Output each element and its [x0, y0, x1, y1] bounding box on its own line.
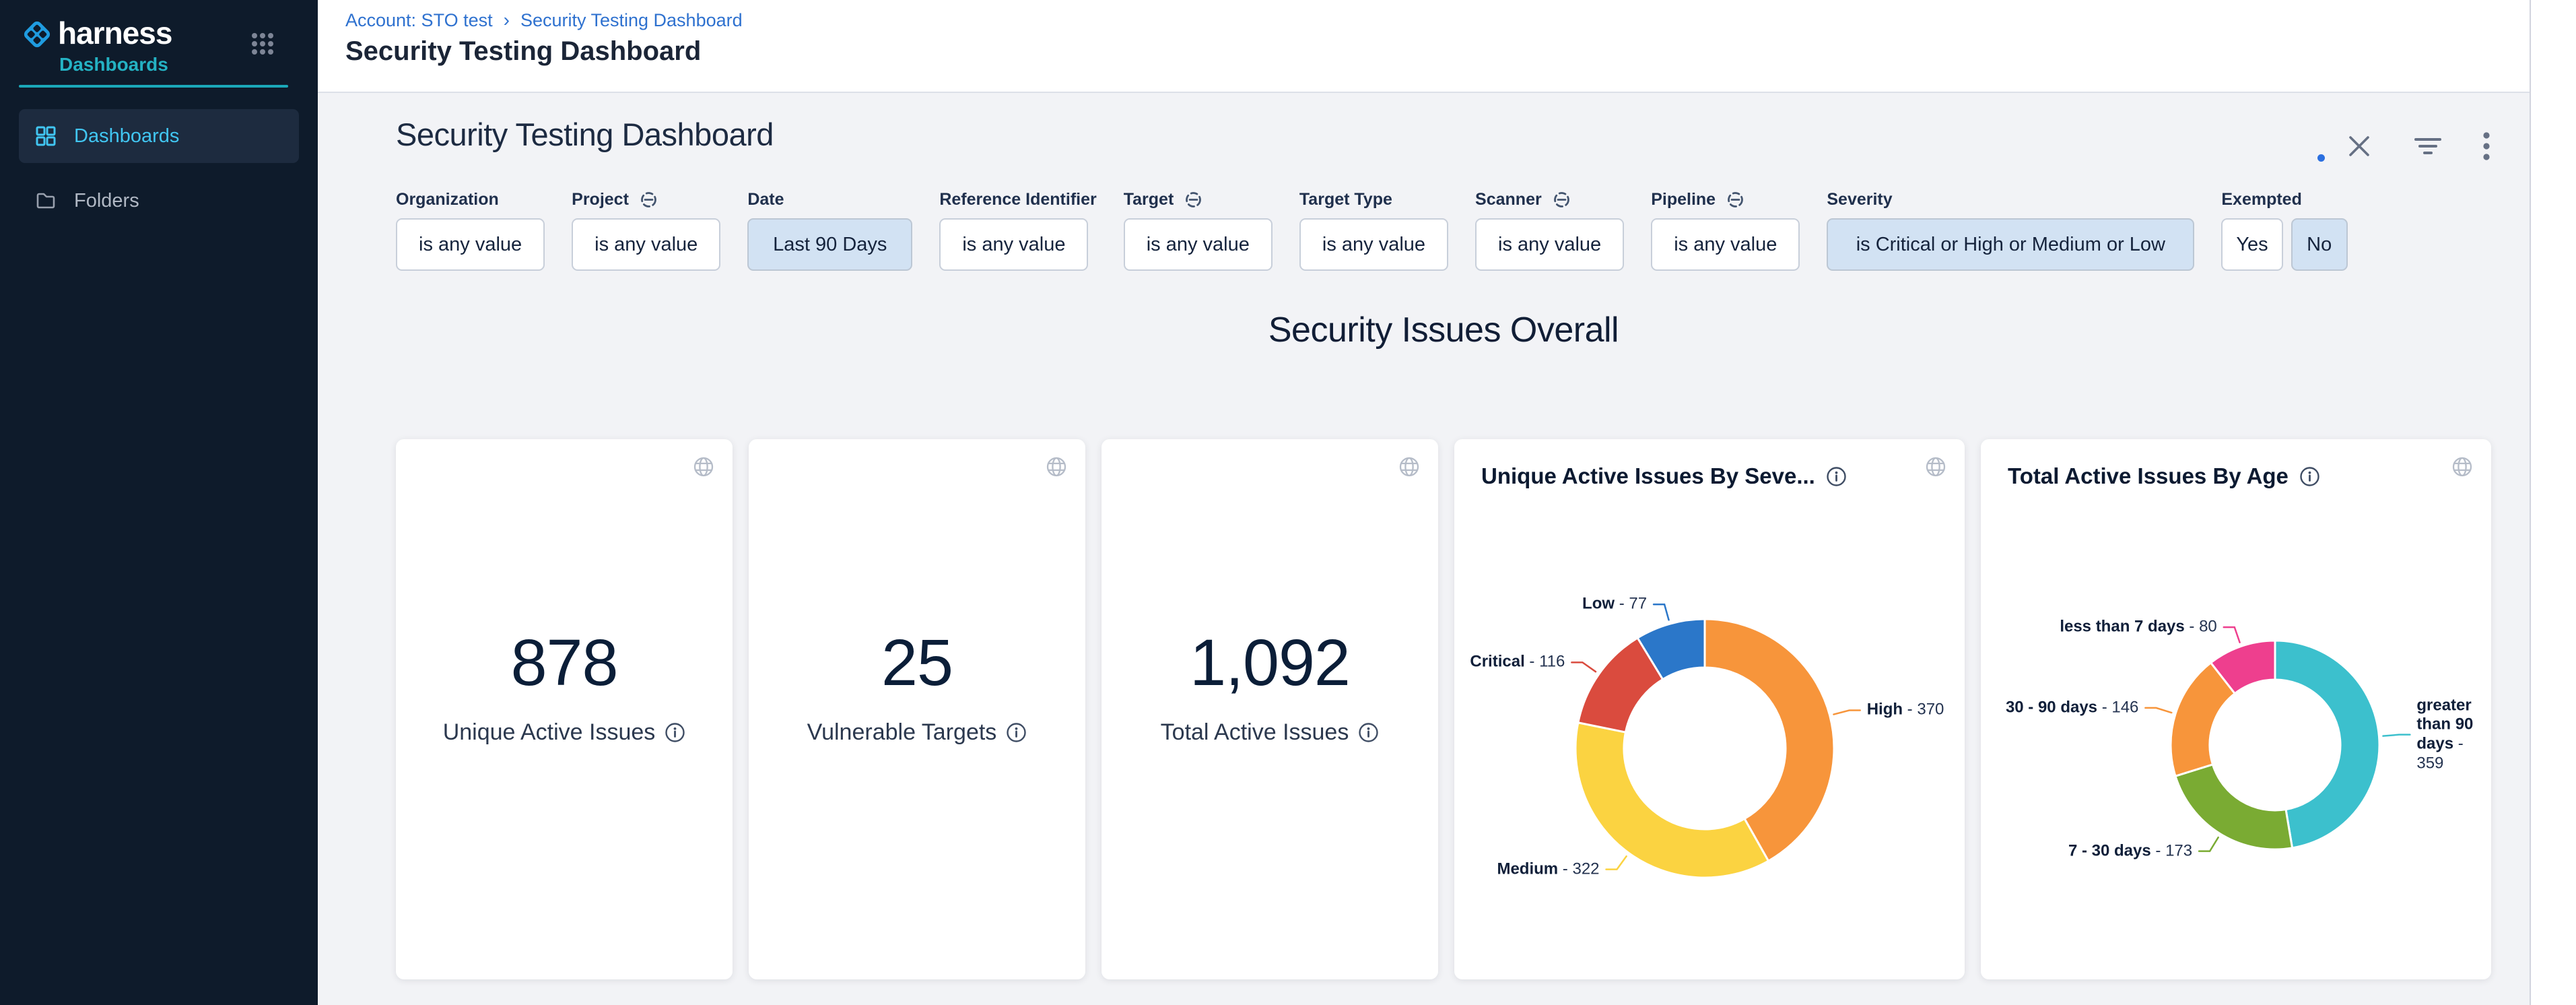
filter-bar: Organization is any value Project is any va… [396, 189, 2491, 271]
donut-callout-line [2199, 837, 2218, 851]
donut-slice-greater-than-90-days[interactable] [2275, 641, 2379, 848]
filter-label: Reference Identifier [939, 190, 1096, 209]
module-underline [19, 85, 288, 88]
linked-filter-icon [1726, 191, 1744, 209]
filter-option-yes[interactable]: Yes [2221, 218, 2282, 271]
linked-filter-icon [1553, 191, 1571, 209]
tile-unique-active-issues: 878 Unique Active Issues [396, 439, 733, 979]
filter-value-chip[interactable]: is any value [939, 218, 1088, 271]
tile-issues-by-severity: Unique Active Issues By Seve... [1454, 439, 1965, 979]
filter-target: Target is any value [1124, 189, 1273, 271]
breadcrumb-page-link[interactable]: Security Testing Dashboard [520, 10, 743, 31]
sidebar-item-label: Dashboards [74, 125, 179, 148]
filter-severity: Severity is Critical or High or Medium or… [1827, 189, 2194, 271]
globe-icon[interactable] [692, 455, 715, 478]
stat-caption: Vulnerable Targets [807, 719, 997, 746]
tile-vulnerable-targets: 25 Vulnerable Targets [749, 439, 1085, 979]
folder-icon [35, 190, 57, 212]
donut-chart-severity[interactable] [1454, 439, 1965, 979]
donut-callout-line [1571, 662, 1596, 672]
module-name: Dashboards [59, 54, 172, 75]
stat-value: 878 [511, 625, 618, 701]
brand-name: harness [58, 15, 172, 51]
filter-label: Project [572, 190, 629, 209]
filter-label: Target [1124, 190, 1174, 209]
sidebar: harness Dashboards [0, 0, 318, 1005]
filter-label: Date [747, 190, 784, 209]
dashboard-title: Security Testing Dashboard [396, 116, 774, 153]
donut-callout-line [2224, 627, 2240, 643]
donut-slice-7-30-days[interactable] [2175, 765, 2293, 849]
filter-value-chip[interactable]: is any value [1299, 218, 1448, 271]
app-switcher-grid-icon[interactable] [250, 32, 275, 56]
info-icon[interactable] [1006, 722, 1027, 743]
filter-icon[interactable] [2412, 131, 2444, 161]
section-title: Security Issues Overall [396, 310, 2491, 350]
page-title: Security Testing Dashboard [345, 36, 2530, 67]
filter-reference-identifier: Reference Identifier is any value [939, 189, 1096, 271]
close-icon[interactable] [2344, 131, 2374, 161]
dashboards-icon [35, 125, 57, 147]
scrollbar-gutter[interactable] [2530, 0, 2576, 1005]
filter-scanner: Scanner is any value [1475, 189, 1624, 271]
donut-slice-medium[interactable] [1575, 723, 1769, 878]
filter-label: Pipeline [1651, 190, 1716, 209]
linked-filter-icon [640, 191, 658, 209]
tile-row: 878 Unique Active Issues [396, 439, 2491, 979]
filter-pipeline: Pipeline is any value [1651, 189, 1800, 271]
donut-callout-line [1606, 856, 1627, 869]
filter-organization: Organization is any value [396, 189, 545, 271]
app-window: harness Dashboards [0, 0, 2576, 1005]
donut-callout-line [2383, 735, 2410, 736]
filter-label: Target Type [1299, 190, 1392, 209]
sidebar-nav: Dashboards Folders [0, 109, 318, 228]
donut-chart-age[interactable] [1981, 439, 2491, 979]
donut-callout-line [1654, 604, 1668, 620]
sidebar-item-folders[interactable]: Folders [19, 174, 299, 228]
stat-value: 25 [881, 625, 953, 701]
donut-callout-line [2145, 708, 2171, 713]
filter-date: Date Last 90 Days [747, 189, 912, 271]
more-options-kebab-icon[interactable] [2482, 131, 2491, 162]
filter-value-chip[interactable]: is any value [1475, 218, 1624, 271]
filter-value-chip[interactable]: is any value [1124, 218, 1273, 271]
info-icon[interactable] [1358, 722, 1379, 743]
stat-caption: Unique Active Issues [443, 719, 656, 746]
stat-caption: Total Active Issues [1161, 719, 1349, 746]
filter-value-chip[interactable]: is any value [572, 218, 720, 271]
filter-exempted: Exempted YesNo [2221, 189, 2347, 271]
dashboard-content: Security Testing Dashboard [318, 93, 2530, 1005]
filter-label: Scanner [1475, 190, 1542, 209]
filter-value-chip[interactable]: is any value [396, 218, 545, 271]
breadcrumb: Account: STO test › Security Testing Das… [345, 9, 2530, 31]
filter-label: Exempted [2221, 190, 2301, 209]
sidebar-item-dashboards[interactable]: Dashboards [19, 109, 299, 163]
filter-value-chip[interactable]: is any value [1651, 218, 1800, 271]
sidebar-item-label: Folders [74, 190, 139, 212]
filter-project: Project is any value [572, 189, 720, 271]
linked-filter-icon [1184, 191, 1202, 209]
breadcrumb-separator-icon: › [504, 9, 510, 31]
tile-issues-by-age: Total Active Issues By Age [1981, 439, 2491, 979]
filter-value-chip[interactable]: Last 90 Days [747, 218, 912, 271]
filter-option-no[interactable]: No [2291, 218, 2348, 271]
filter-value-chip[interactable]: is Critical or High or Medium or Low [1827, 218, 2194, 271]
cursor-dot [2317, 154, 2325, 162]
dashboard-actions [2317, 131, 2491, 162]
globe-icon[interactable] [1398, 455, 1421, 478]
filter-label: Severity [1827, 190, 1892, 209]
globe-icon[interactable] [1045, 455, 1068, 478]
harness-logo-icon [20, 18, 54, 51]
filter-label: Organization [396, 190, 499, 209]
filter-target-type: Target Type is any value [1299, 189, 1448, 271]
top-header: Account: STO test › Security Testing Das… [318, 0, 2530, 93]
tile-total-active-issues: 1,092 Total Active Issues [1101, 439, 1438, 979]
donut-slice-high[interactable] [1705, 619, 1834, 861]
breadcrumb-account-link[interactable]: Account: STO test [345, 10, 493, 31]
stat-value: 1,092 [1190, 625, 1350, 701]
donut-callout-line [1833, 710, 1860, 714]
info-icon[interactable] [665, 722, 685, 743]
